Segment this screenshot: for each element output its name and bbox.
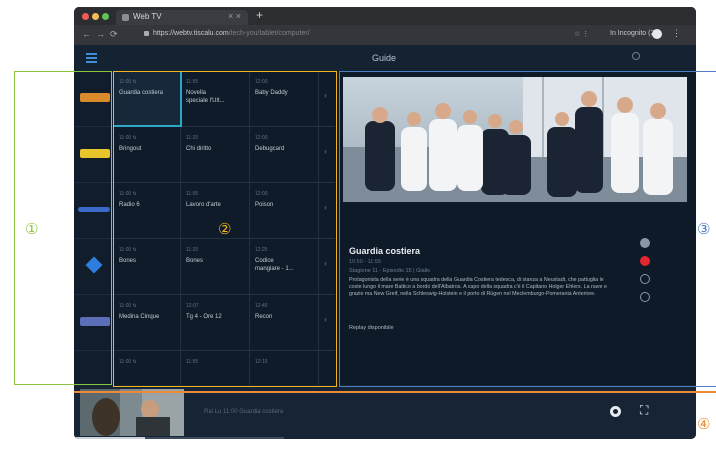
reload-icon[interactable]: ⟳ bbox=[110, 29, 118, 40]
incognito-avatar-icon[interactable] bbox=[652, 29, 662, 39]
browser-menu-icon[interactable]: ⋮ bbox=[672, 28, 681, 39]
player-progress-fill bbox=[74, 437, 146, 439]
app-header: Guide bbox=[74, 45, 696, 71]
player-settings-icon[interactable] bbox=[610, 406, 621, 417]
annotation-number-1: ① bbox=[25, 220, 39, 238]
screenshot-stage: Web TV × × + ← → ⟳ https://webtv.tiscalu… bbox=[0, 0, 716, 459]
back-icon[interactable]: ← bbox=[82, 29, 91, 39]
page-title: Guide bbox=[371, 53, 397, 63]
incognito-label: In Incognito (2) bbox=[610, 30, 657, 37]
fullscreen-icon[interactable]: ⛶ bbox=[640, 403, 648, 418]
annotation-number-2: ② bbox=[218, 220, 232, 238]
tab-title: Web TV bbox=[133, 12, 162, 21]
annotation-frame-details bbox=[339, 71, 716, 387]
address-bar: ← → ⟳ https://webtv.tiscalu.com/tech-you… bbox=[74, 25, 696, 45]
tab-favicon-icon bbox=[122, 14, 129, 21]
url-path: /tech-you/tablet/computer/ bbox=[228, 30, 310, 37]
hamburger-menu-icon[interactable] bbox=[86, 53, 97, 63]
browser-tab[interactable]: Web TV × × bbox=[116, 10, 248, 25]
player-progress-bar[interactable] bbox=[74, 437, 284, 439]
player-now-playing: Rai Lu 11:00 Guardia costiera bbox=[204, 409, 284, 415]
bookmark-icon[interactable]: ☆ ⋮ bbox=[574, 30, 589, 38]
close-window-button[interactable] bbox=[82, 13, 89, 20]
annotation-number-4: ④ bbox=[697, 415, 711, 433]
maximize-window-button[interactable] bbox=[102, 13, 109, 20]
url-domain: https://webtv.tiscalu.com bbox=[153, 30, 229, 37]
url-field[interactable]: https://webtv.tiscalu.com/tech-you/table… bbox=[144, 30, 310, 37]
new-tab-button[interactable]: + bbox=[256, 8, 263, 22]
minimize-window-button[interactable] bbox=[92, 13, 99, 20]
forward-icon[interactable]: → bbox=[96, 29, 105, 39]
search-icon[interactable] bbox=[632, 52, 640, 60]
annotation-number-3: ③ bbox=[697, 220, 711, 238]
lock-icon bbox=[144, 30, 149, 36]
annotation-frame-player bbox=[74, 391, 716, 393]
player-thumbnail[interactable] bbox=[80, 389, 184, 436]
browser-titlebar: Web TV × × + bbox=[74, 7, 696, 25]
tab-close-icon[interactable]: × × bbox=[228, 11, 241, 21]
mini-player: Rai Lu 11:00 Guardia costiera ⛶ bbox=[74, 385, 696, 439]
